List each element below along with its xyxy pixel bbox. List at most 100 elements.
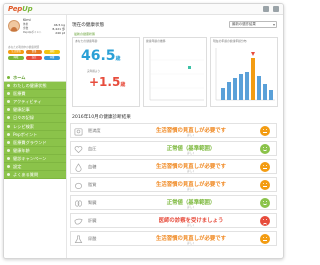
- sidebar-item-my-health[interactable]: わたしの健康状態: [4, 82, 66, 91]
- result-detail-link[interactable]: 詳しく: [126, 169, 256, 173]
- sidebar-item-label: 設定: [13, 164, 22, 170]
- sidebar-item-label: 健康年齢: [13, 147, 30, 153]
- sidebar-item-cost-ground[interactable]: 医療費グラウンド: [4, 138, 66, 147]
- result-row-blood-sugar[interactable]: 血糖 生活習慣の見直しが必要です 詳しく: [70, 159, 277, 174]
- logo-text-accent: Up: [22, 5, 33, 13]
- flask-icon: [74, 235, 83, 244]
- result-label: 腎臓: [88, 200, 97, 205]
- result-detail-link[interactable]: 詳しく: [126, 187, 256, 191]
- sidebar-item-points[interactable]: Pepポイント: [4, 130, 66, 139]
- result-detail-link[interactable]: 詳しく: [126, 223, 256, 227]
- logo-text-main: Pep: [8, 5, 23, 13]
- sidebar: Kimi 体重 46.5 kg 歩数 8,421 歩 PepUpポイント 240 pt…: [4, 15, 67, 258]
- drop-icon: [75, 163, 82, 172]
- result-detail-link[interactable]: 詳しく: [126, 241, 256, 245]
- distribution-bar: [239, 74, 243, 100]
- heart-icon: [7, 84, 10, 88]
- age-diff-caption: 実年齢より: [87, 70, 100, 73]
- graph-icon: [7, 140, 10, 144]
- result-label: 尿酸: [88, 236, 97, 241]
- points-icon: [7, 132, 10, 136]
- section-title: 現在の健康状態: [72, 23, 105, 28]
- sidebar-item-label: 医療費グラウンド: [13, 139, 47, 145]
- app-window: PepUp Kimi 体重 46.5 kg 歩数 8,421 歩 PepUpポイント…: [3, 3, 284, 259]
- neutral-face-icon: [260, 126, 270, 136]
- health-age-number: 46.5: [81, 48, 116, 64]
- sad-face-icon: [260, 216, 270, 226]
- result-label: 脂質: [88, 182, 97, 187]
- scale-icon: [74, 128, 83, 136]
- stat-unit: pt: [61, 31, 65, 35]
- sidebar-item-daily-log[interactable]: 日々の記録: [4, 114, 66, 123]
- health-badge[interactable]: 運動: [44, 50, 60, 54]
- sidebar-item-activity[interactable]: アクティビティ: [4, 98, 66, 107]
- lipid-icon: [74, 182, 83, 190]
- distribution-bar: [269, 90, 273, 100]
- sidebar-item-label: Pepポイント: [13, 131, 38, 137]
- yen-icon: [7, 92, 10, 96]
- avatar[interactable]: [8, 20, 20, 32]
- health-age-caption: あなたの健康年齢: [75, 39, 98, 43]
- sidebar-item-label: ホーム: [13, 75, 26, 80]
- result-row-liver[interactable]: 肝臓 医師の診察を受けましょう 詳しく: [70, 213, 277, 228]
- recipe-icon: [7, 124, 10, 128]
- you-marker-icon: [251, 52, 255, 56]
- result-label: 肝臓: [88, 218, 97, 223]
- checkup-select[interactable]: 最新の健診結果: [229, 21, 277, 28]
- sidebar-item-recipes[interactable]: レシピ検索: [4, 122, 66, 131]
- age-diff-value: +1.5歳: [89, 75, 125, 89]
- article-icon: [7, 108, 10, 112]
- notification-icon[interactable]: [263, 6, 269, 12]
- result-row-obesity[interactable]: 肥満度 生活習慣の見直しが必要です 詳しく: [70, 123, 277, 138]
- distribution-chart: [215, 48, 275, 101]
- age-distribution-card: 現在の年齢の健康年齢分布: [210, 37, 278, 107]
- distribution-bar: [257, 76, 261, 100]
- checkup-title: 2016年10月の健康診断結果: [72, 115, 131, 120]
- health-age-trend-card: 健康年齢の推移: [143, 37, 207, 107]
- home-icon: [7, 76, 10, 79]
- distribution-bar: [245, 72, 249, 100]
- age-icon: [7, 148, 10, 152]
- user-stat-row: PepUpポイント 240 pt: [23, 31, 65, 35]
- result-detail-link[interactable]: 詳しく: [126, 151, 256, 155]
- age-diff-unit: 歳: [120, 82, 126, 88]
- age-diff-number: +1.5: [89, 75, 121, 89]
- sidebar-item-label: アクティビティ: [13, 99, 42, 105]
- sidebar-item-faq[interactable]: よくある質問: [4, 171, 66, 180]
- result-detail-link[interactable]: 詳しく: [126, 205, 256, 209]
- user-stats: 体重 46.5 kg 歩数 8,421 歩 PepUpポイント 240 pt: [23, 23, 65, 35]
- result-row-kidney[interactable]: 腎臓 正常値（基準範囲） 詳しく: [70, 195, 277, 210]
- stat-label: PepUpポイント: [23, 31, 42, 34]
- main-content: 現在の健康状態 最新の健診結果 最新の健康状態 あなたの健康年齢 46.5歳 実…: [70, 15, 283, 258]
- trend-data-point[interactable]: [188, 66, 191, 69]
- sidebar-item-health-age[interactable]: 健康年齢: [4, 146, 66, 155]
- app-logo[interactable]: PepUp: [8, 5, 33, 14]
- sidebar-item-campaign[interactable]: 健診キャンペーン: [4, 154, 66, 164]
- smile-face-icon: [260, 198, 270, 208]
- sidebar-item-settings[interactable]: 設定: [4, 163, 66, 172]
- sidebar-item-label: 医療費: [13, 91, 26, 97]
- distribution-bar: [221, 88, 225, 100]
- result-row-lipid[interactable]: 脂質 生活習慣の見直しが必要です 詳しく: [70, 177, 277, 192]
- sidebar-item-articles[interactable]: 健康記事: [4, 106, 66, 115]
- health-age-unit: 歳: [115, 56, 121, 62]
- result-row-blood-pressure[interactable]: 血圧 正常値（基準範囲） 詳しく: [70, 141, 277, 156]
- result-detail-link[interactable]: 詳しく: [126, 133, 256, 137]
- sidebar-item-home[interactable]: ホーム: [4, 74, 66, 83]
- sidebar-item-label: よくある質問: [13, 172, 39, 178]
- top-icons: [263, 6, 279, 12]
- health-badge[interactable]: 血圧: [26, 56, 42, 60]
- health-badge[interactable]: 生活習慣: [8, 50, 24, 54]
- calendar-icon: [7, 116, 10, 120]
- question-icon: [7, 173, 10, 177]
- neutral-face-icon: [260, 180, 270, 190]
- health-badge[interactable]: 体重: [44, 56, 60, 60]
- sidebar-item-label: レシピ検索: [13, 123, 34, 129]
- result-label: 血糖: [88, 164, 97, 169]
- sidebar-item-medical-cost[interactable]: 医療費: [4, 90, 66, 99]
- heart-icon: [74, 146, 83, 154]
- result-row-uric-acid[interactable]: 尿酸 生活習慣の見直しが必要です 詳しく: [70, 231, 277, 246]
- settings-icon[interactable]: [273, 6, 279, 12]
- health-badge[interactable]: 睡眠: [8, 56, 24, 60]
- health-badge[interactable]: 食事: [26, 50, 42, 54]
